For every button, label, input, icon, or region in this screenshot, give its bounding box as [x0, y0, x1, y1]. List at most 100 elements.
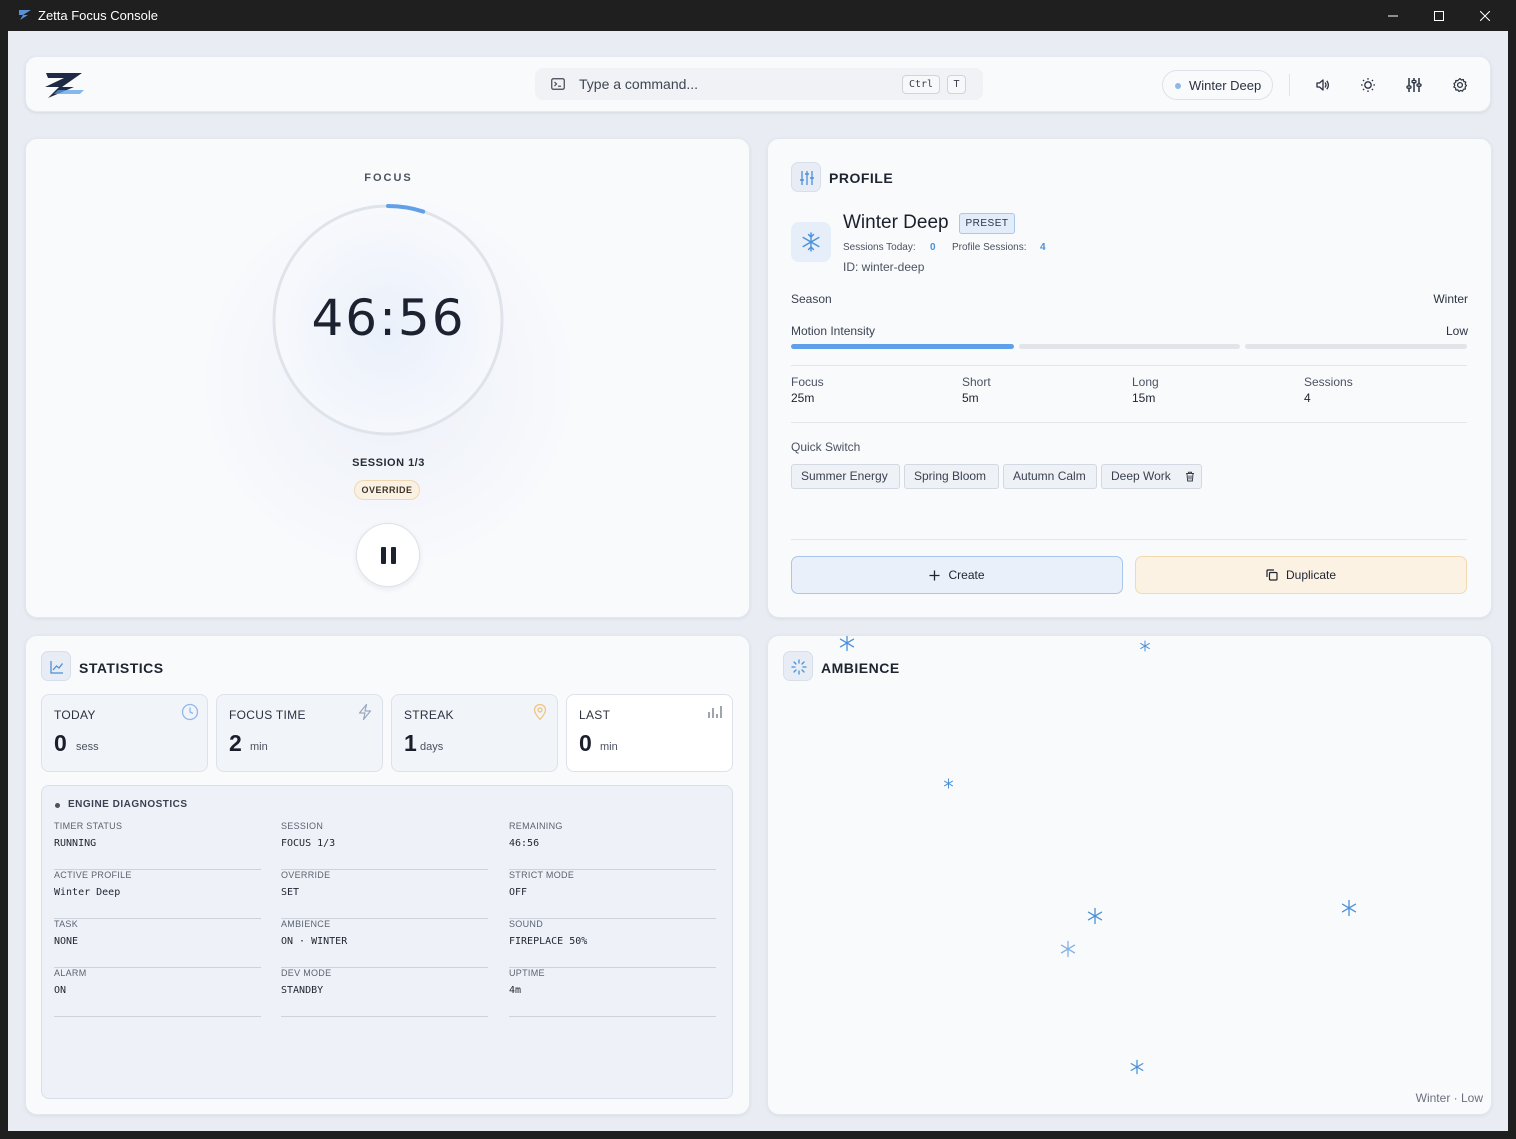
- season-value: Winter: [1433, 292, 1468, 306]
- loader-icon: [783, 651, 813, 681]
- ambience-card: AMBIENCE Winter · Low: [767, 635, 1492, 1115]
- bar-chart-icon: [708, 706, 722, 718]
- trash-icon[interactable]: [1185, 471, 1195, 482]
- diag-dev-mode: DEV MODE STANDBY: [281, 968, 488, 1017]
- motion-intensity-value: Low: [1445, 324, 1468, 338]
- snowflake-icon: [1087, 907, 1103, 925]
- snowflake-icon: [1130, 1059, 1144, 1075]
- quick-switch-summer-energy[interactable]: Summer Energy: [791, 464, 900, 489]
- quick-switch-deep-work-label: Deep Work: [1111, 469, 1171, 483]
- active-profile-pill[interactable]: Winter Deep: [1162, 70, 1273, 100]
- active-profile-label: Winter Deep: [1189, 78, 1262, 93]
- location-icon: [533, 703, 547, 721]
- diagnostics-title: ENGINE DIAGNOSTICS: [68, 799, 188, 810]
- maximize-button[interactable]: [1416, 0, 1462, 31]
- snowflake-icon: [944, 778, 953, 789]
- diag-session: SESSION FOCUS 1/3: [281, 821, 488, 870]
- quick-switch-deep-work[interactable]: Deep Work: [1101, 464, 1202, 489]
- intensity-segment-2: [1019, 344, 1240, 349]
- window-title: Zetta Focus Console: [38, 8, 158, 23]
- diag-uptime: UPTIME 4m: [509, 968, 716, 1017]
- long-break-duration: Long 15m: [1132, 375, 1159, 405]
- snowflake-icon: [1341, 899, 1357, 917]
- shortcut-key-ctrl: Ctrl: [902, 75, 940, 94]
- pause-icon: [381, 547, 386, 564]
- divider: [791, 422, 1467, 423]
- motion-intensity-label: Motion Intensity: [791, 324, 876, 338]
- season-label: Season: [791, 292, 832, 306]
- divider: [1289, 74, 1290, 96]
- diag-ambience: AMBIENCE ON · WINTER: [281, 919, 488, 968]
- preset-badge: PRESET: [959, 213, 1015, 234]
- stat-tile-streak: STREAK 1 days: [391, 694, 558, 772]
- close-button[interactable]: [1462, 0, 1508, 31]
- profile-card: PROFILE Winter Deep PRESET Sessions Toda…: [767, 138, 1492, 618]
- snowflake-icon: [1060, 940, 1076, 958]
- sessions-today-label: Sessions Today:: [843, 242, 916, 253]
- profile-sessions-label: Profile Sessions:: [952, 242, 1027, 253]
- statistics-section-title: STATISTICS: [79, 660, 164, 676]
- diag-alarm: ALARM ON: [54, 968, 261, 1017]
- timer-display: 46:56: [311, 289, 466, 347]
- sliders-icon: [791, 162, 821, 192]
- short-break-duration: Short 5m: [962, 375, 991, 405]
- intensity-segment-3: [1245, 344, 1467, 349]
- command-placeholder: Type a command...: [579, 76, 699, 92]
- diag-timer-status: TIMER STATUS RUNNING: [54, 821, 261, 870]
- profile-name: Winter Deep: [843, 212, 949, 233]
- profile-sessions-value: 4: [1040, 242, 1046, 253]
- sessions-today-value: 0: [930, 242, 936, 253]
- duplicate-profile-button[interactable]: Duplicate: [1135, 556, 1467, 594]
- status-dot: [1175, 83, 1181, 89]
- top-bar: Type a command... Ctrl T Winter Deep: [25, 56, 1491, 112]
- close-icon: [1480, 10, 1490, 21]
- snowflake-icon: [1140, 640, 1150, 652]
- divider: [791, 365, 1467, 366]
- command-input[interactable]: Type a command... Ctrl T: [535, 68, 983, 100]
- divider: [791, 539, 1467, 540]
- ambience-status: Winter · Low: [1415, 1091, 1483, 1105]
- diag-remaining: REMAINING 46:56: [509, 821, 716, 870]
- copy-icon: [1266, 569, 1278, 581]
- minimize-icon: [1388, 15, 1398, 16]
- profile-section-title: PROFILE: [829, 170, 894, 186]
- title-bar: Zetta Focus Console: [0, 0, 1516, 31]
- sessions-count: Sessions 4: [1304, 375, 1353, 405]
- stat-tile-focus-time: FOCUS TIME 2 min: [216, 694, 383, 772]
- brand-logo: [45, 73, 84, 98]
- intensity-segment-1: [791, 344, 1014, 349]
- app-logo-icon: [19, 10, 31, 20]
- sun-icon[interactable]: [1358, 75, 1378, 95]
- volume-icon[interactable]: [1312, 75, 1332, 95]
- app-window: Type a command... Ctrl T Winter Deep FOC…: [8, 31, 1508, 1131]
- terminal-icon: [551, 78, 565, 90]
- stat-tile-today: TODAY 0 sess: [41, 694, 208, 772]
- mixer-icon[interactable]: [1404, 75, 1424, 95]
- focus-duration: Focus 25m: [791, 375, 824, 405]
- snowflake-icon: [839, 636, 855, 652]
- diag-strict-mode: STRICT MODE OFF: [509, 870, 716, 919]
- quick-switch-label: Quick Switch: [791, 440, 861, 454]
- minimize-button[interactable]: [1370, 0, 1416, 31]
- create-profile-button[interactable]: Create: [791, 556, 1123, 594]
- override-badge: OVERRIDE: [354, 480, 420, 500]
- diag-active-profile: ACTIVE PROFILE Winter Deep: [54, 870, 261, 919]
- line-chart-icon: [41, 651, 71, 681]
- status-dot: [55, 803, 60, 808]
- statistics-card: STATISTICS TODAY 0 sess FOCUS TIME 2 min…: [25, 635, 750, 1115]
- diag-sound: SOUND FIREPLACE 50%: [509, 919, 716, 968]
- plus-icon: [929, 570, 940, 581]
- quick-switch-spring-bloom[interactable]: Spring Bloom: [904, 464, 999, 489]
- diag-override: OVERRIDE SET: [281, 870, 488, 919]
- lightning-icon: [358, 703, 372, 721]
- clock-icon: [181, 703, 199, 721]
- session-counter: SESSION 1/3: [352, 457, 425, 469]
- diag-task: TASK NONE: [54, 919, 261, 968]
- focus-timer-card: FOCUS 46:56 SESSION 1/3 OVERRIDE: [25, 138, 750, 618]
- stat-tile-last: LAST 0 min: [566, 694, 733, 772]
- pause-button[interactable]: [356, 523, 420, 587]
- gear-icon[interactable]: [1450, 75, 1470, 95]
- shortcut-key-t: T: [947, 75, 966, 94]
- quick-switch-autumn-calm[interactable]: Autumn Calm: [1003, 464, 1097, 489]
- maximize-icon: [1434, 10, 1444, 21]
